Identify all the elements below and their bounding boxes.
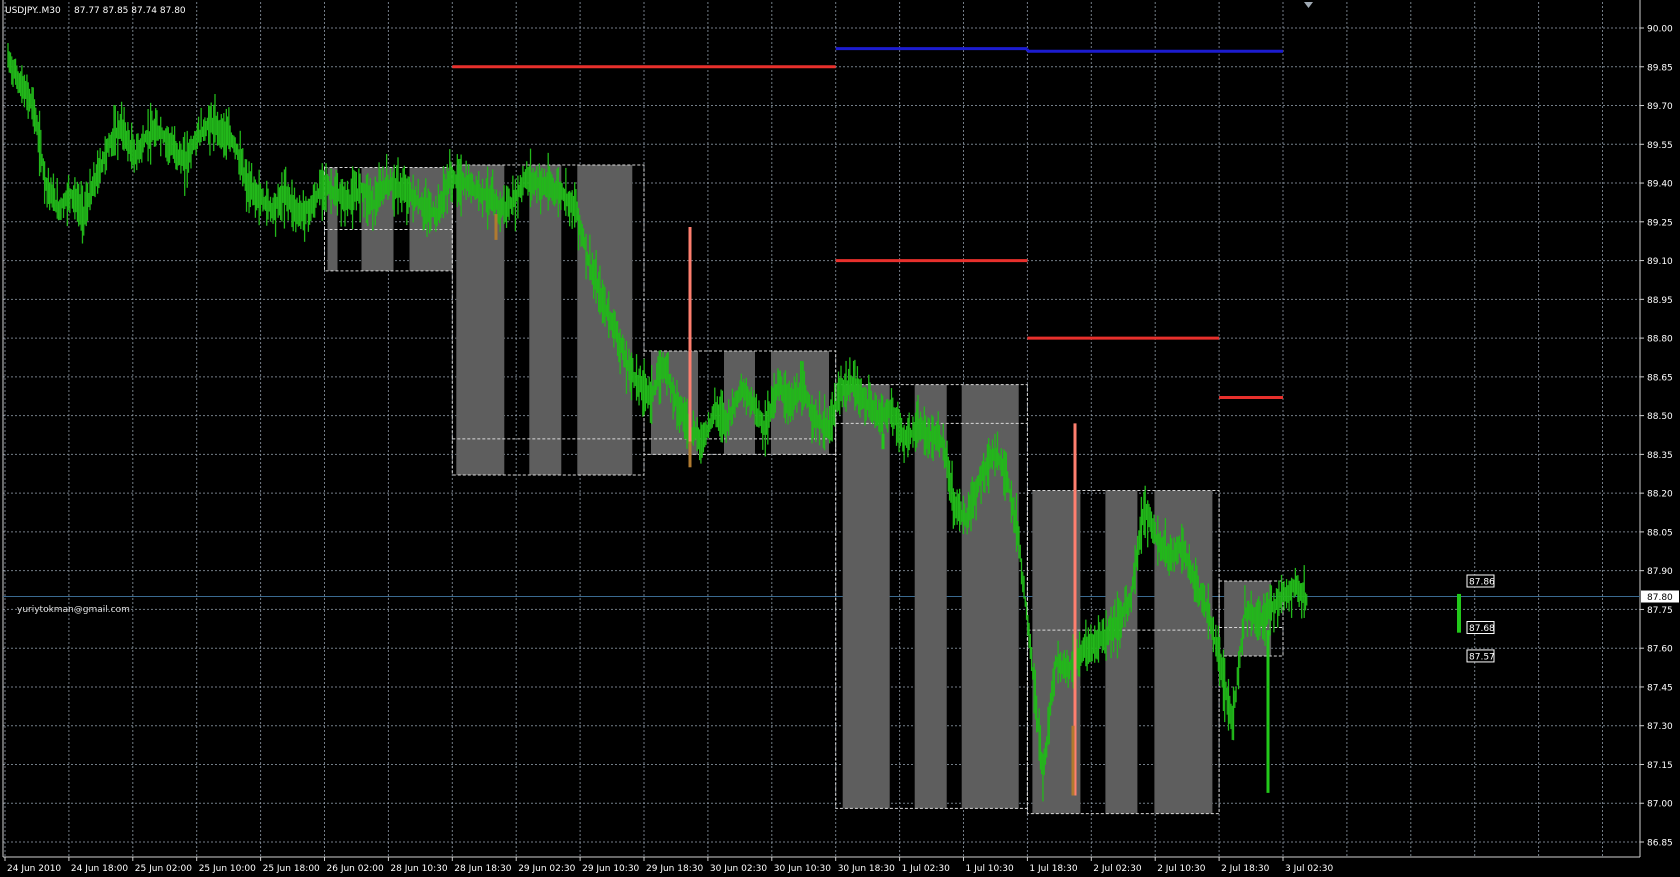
- y-tick-label: 89.55: [1647, 141, 1673, 151]
- x-tick-label: 1 Jul 18:30: [1029, 864, 1078, 874]
- x-tick-label: 3 Jul 02:30: [1285, 864, 1334, 874]
- x-tick-label: 29 Jun 18:30: [646, 864, 703, 874]
- symbol-label: USDJPY..M30: [5, 6, 61, 16]
- x-tick-label: 29 Jun 02:30: [518, 864, 575, 874]
- quote-label: 87.77 87.85 87.74 87.80: [74, 6, 186, 16]
- y-tick-label: 87.60: [1647, 645, 1673, 655]
- x-tick-label: 25 Jun 18:00: [263, 864, 320, 874]
- x-tick-label: 30 Jun 02:30: [710, 864, 767, 874]
- x-tick-label: 25 Jun 02:00: [135, 864, 192, 874]
- price-chart[interactable]: 90.00 89.85 89.70 89.55 89.40 89.25 89.10 88.95…: [0, 0, 1680, 877]
- x-tick-label: 30 Jun 10:30: [774, 864, 831, 874]
- current-price-label: 87.80: [1647, 593, 1673, 603]
- y-tick-label: 89.25: [1647, 218, 1673, 228]
- y-tick-label: 87.15: [1647, 761, 1673, 771]
- x-tick-label: 1 Jul 10:30: [966, 864, 1015, 874]
- x-tick-label: 25 Jun 10:00: [199, 864, 256, 874]
- x-tick-label: 1 Jul 02:30: [902, 864, 951, 874]
- y-tick-label: 89.40: [1647, 180, 1673, 190]
- range-price-label: 87.86: [1469, 578, 1495, 588]
- chart-panel[interactable]: 90.00 89.85 89.70 89.55 89.40 89.25 89.10 88.95…: [0, 0, 1680, 877]
- y-tick-label: 89.85: [1647, 63, 1673, 73]
- y-tick-label: 88.20: [1647, 490, 1673, 500]
- chart-background: [0, 0, 1680, 877]
- y-tick-label: 87.45: [1647, 683, 1673, 693]
- range-box-column: [529, 164, 562, 476]
- range-box-column: [1105, 490, 1138, 814]
- y-tick-label: 88.05: [1647, 528, 1673, 538]
- x-tick-label: 26 Jun 02:00: [327, 864, 384, 874]
- x-tick-label: 28 Jun 18:30: [454, 864, 511, 874]
- y-tick-label: 87.90: [1647, 567, 1673, 577]
- x-tick-label: 29 Jun 10:30: [582, 864, 639, 874]
- x-tick-label: 2 Jul 10:30: [1157, 864, 1206, 874]
- watermark-text: yuriytokman@gmail.com: [17, 605, 130, 615]
- y-tick-label: 88.35: [1647, 451, 1673, 461]
- range-price-label: 87.68: [1469, 624, 1495, 634]
- x-tick-label: 2 Jul 02:30: [1093, 864, 1142, 874]
- x-tick-label: 24 Jun 18:00: [71, 864, 128, 874]
- x-tick-label: 28 Jun 10:30: [390, 864, 447, 874]
- y-tick-label: 87.75: [1647, 606, 1673, 616]
- y-tick-label: 88.65: [1647, 373, 1673, 383]
- y-tick-label: 87.30: [1647, 722, 1673, 732]
- y-tick-label: 86.85: [1647, 839, 1673, 849]
- y-tick-label: 90.00: [1647, 25, 1673, 35]
- x-tick-label: 24 Jun 2010: [7, 864, 61, 874]
- y-tick-label: 89.10: [1647, 257, 1673, 267]
- y-tick-label: 88.95: [1647, 296, 1673, 306]
- x-tick-label: 30 Jun 18:30: [838, 864, 895, 874]
- y-tick-label: 87.00: [1647, 800, 1673, 810]
- x-tick-label: 2 Jul 18:30: [1221, 864, 1270, 874]
- y-tick-label: 89.70: [1647, 102, 1673, 112]
- y-tick-label: 88.80: [1647, 335, 1673, 345]
- range-box-column: [914, 384, 947, 809]
- range-price-label: 87.57: [1469, 652, 1495, 662]
- y-tick-label: 88.50: [1647, 412, 1673, 422]
